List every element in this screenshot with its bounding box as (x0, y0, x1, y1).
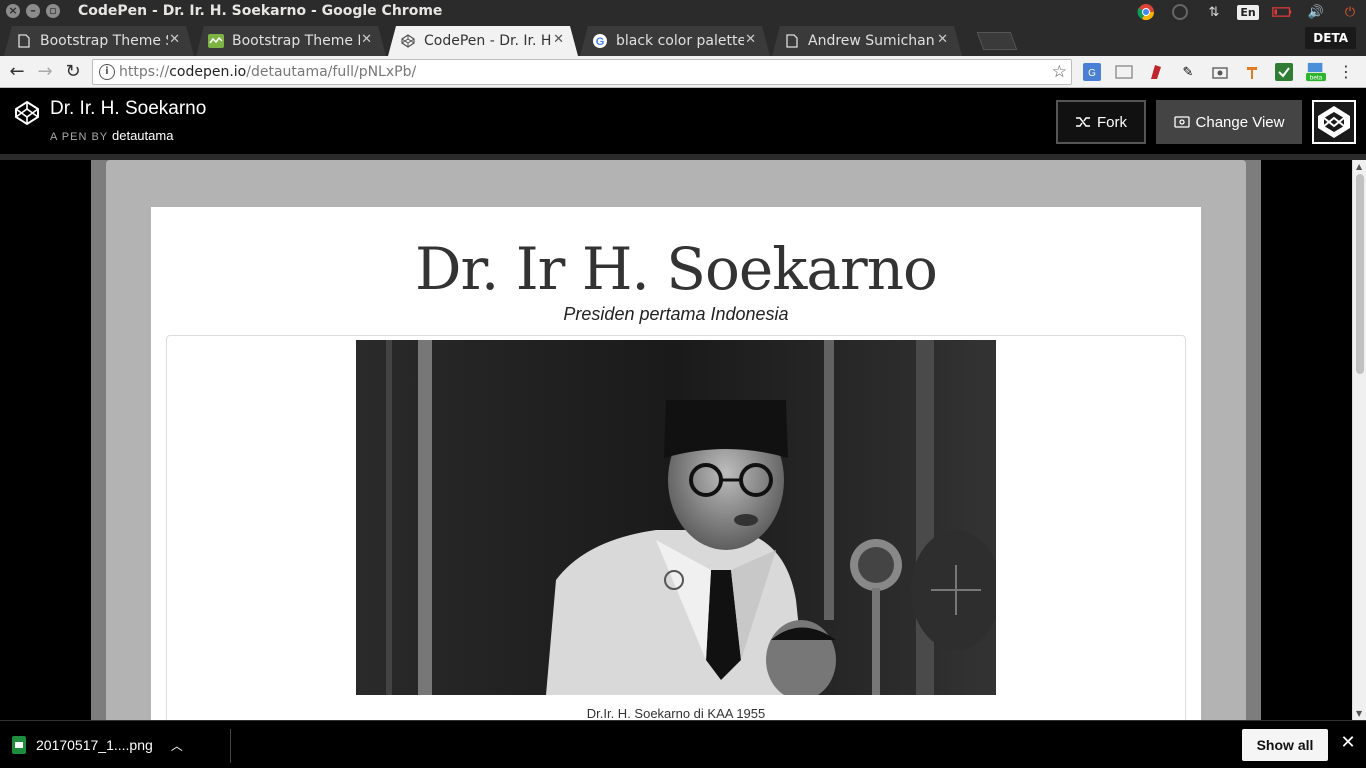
scroll-down-icon[interactable]: ▼ (1356, 709, 1362, 718)
profile-button[interactable]: DETA (1305, 27, 1356, 49)
chrome-icon[interactable] (1136, 3, 1156, 21)
volume-icon[interactable]: 🔊 (1306, 3, 1326, 21)
page-title: Dr. Ir H. Soekarno (415, 235, 938, 303)
codepen-logo-icon[interactable] (14, 100, 40, 126)
document-icon (784, 33, 800, 49)
tab-close-icon[interactable]: ✕ (745, 32, 756, 47)
codepen-header: Dr. Ir. H. Soekarno A PEN BY detautama F… (0, 88, 1366, 154)
change-view-button[interactable]: Change View (1156, 100, 1302, 144)
tab-codepen-soekarno[interactable]: CodePen - Dr. Ir. H. ✕ (388, 26, 578, 56)
reload-icon[interactable]: ↻ (62, 61, 84, 83)
image-file-icon (12, 736, 26, 754)
bootstrap-icon (208, 33, 224, 49)
new-tab-button[interactable] (976, 32, 1018, 50)
translate-extension-icon[interactable]: G (1082, 62, 1102, 82)
tab-label: CodePen - Dr. Ir. H. (424, 33, 552, 49)
fork-label: Fork (1097, 113, 1127, 131)
scroll-up-icon[interactable]: ▲ (1356, 162, 1362, 171)
image-thumbnail: Dr.Ir. H. Soekarno di KAA 1955 (166, 335, 1186, 720)
transfer-icon[interactable]: ⇅ (1204, 3, 1224, 21)
tab-close-icon[interactable]: ✕ (937, 32, 948, 47)
tab-close-icon[interactable]: ✕ (553, 32, 564, 47)
fork-icon (1076, 117, 1090, 127)
download-file-name: 20170517_1....png (36, 737, 153, 753)
page-subtitle: Presiden pertama Indonesia (563, 304, 789, 324)
lastpass-extension-icon[interactable] (1146, 62, 1166, 82)
network-icon[interactable] (1170, 3, 1190, 21)
pen-preview: Dr. Ir H. Soekarno Presiden pertama Indo… (0, 160, 1352, 720)
back-icon[interactable]: ← (6, 61, 28, 83)
window-title: CodePen - Dr. Ir. H. Soekarno - Google C… (78, 3, 443, 19)
change-view-label: Change View (1195, 113, 1285, 131)
battery-icon[interactable] (1272, 3, 1292, 21)
codepen-avatar-icon (1314, 102, 1354, 142)
forward-icon[interactable]: → (34, 61, 56, 83)
system-tray: ⇅ En 🔊 ⏻ (1136, 2, 1360, 22)
close-window-button[interactable]: × (6, 4, 20, 18)
tab-label: black color palette (616, 33, 744, 49)
svg-text:beta: beta (1310, 74, 1323, 81)
page-scrollbar[interactable]: ▲ ▼ (1352, 160, 1366, 720)
tab-bootstrap-theme-sk[interactable]: Bootstrap Theme Sk ✕ (4, 26, 194, 56)
address-bar[interactable]: i https://codepen.io/detautama/full/pNLx… (92, 59, 1072, 85)
scrollbar-thumb[interactable] (1356, 174, 1364, 374)
power-icon[interactable]: ⏻ (1340, 3, 1360, 21)
svg-text:G: G (1088, 68, 1096, 79)
soekarno-photo (356, 340, 996, 695)
image-caption: Dr.Ir. H. Soekarno di KAA 1955 (586, 706, 766, 720)
tab-black-color-palette[interactable]: G black color palette ✕ (580, 26, 770, 56)
site-info-icon[interactable]: i (99, 64, 115, 80)
show-all-button[interactable]: Show all (1242, 729, 1328, 761)
browser-toolbar: ← → ↻ i https://codepen.io/detautama/ful… (0, 56, 1366, 88)
download-separator (230, 729, 231, 763)
minimize-window-button[interactable]: – (26, 4, 40, 18)
pen-by-label: A PEN BY (50, 131, 108, 143)
view-icon (1173, 116, 1190, 128)
download-item[interactable]: 20170517_1....png ︿ (12, 729, 183, 761)
window-controls: × – ▫ (6, 4, 60, 18)
chevron-up-icon[interactable]: ︿ (171, 737, 183, 754)
pencil-extension-icon[interactable]: ✎ (1178, 62, 1198, 82)
pen-title: Dr. Ir. H. Soekarno (50, 98, 207, 119)
pen-author-link[interactable]: detautama (112, 128, 173, 143)
close-icon[interactable]: ✕ (1338, 733, 1358, 753)
reader-extension-icon[interactable] (1114, 62, 1134, 82)
tab-close-icon[interactable]: ✕ (169, 32, 180, 47)
codepen-icon (400, 33, 416, 49)
beta-extension-icon[interactable]: beta (1306, 62, 1326, 82)
tab-label: Bootstrap Theme Sk (40, 33, 161, 49)
tab-label: Andrew Sumichan | (808, 33, 936, 49)
chrome-menu-icon[interactable]: ⋮ (1338, 62, 1354, 81)
url-text[interactable]: https://codepen.io/detautama/full/pNLxPb… (119, 64, 416, 80)
svg-text:G: G (596, 36, 605, 48)
download-shelf: 20170517_1....png ︿ Show all ✕ (0, 720, 1366, 768)
checkmark-extension-icon[interactable] (1274, 62, 1294, 82)
tab-strip: Bootstrap Theme Sk ✕ Bootstrap Theme Re … (0, 24, 1366, 56)
maximize-window-button[interactable]: ▫ (46, 4, 60, 18)
tab-bootstrap-theme-re[interactable]: Bootstrap Theme Re ✕ (196, 26, 386, 56)
hammer-extension-icon[interactable] (1242, 62, 1262, 82)
fork-button[interactable]: Fork (1056, 100, 1146, 144)
document-icon (16, 33, 32, 49)
tab-label: Bootstrap Theme Re (232, 33, 353, 49)
camera-extension-icon[interactable] (1210, 62, 1230, 82)
tab-close-icon[interactable]: ✕ (361, 32, 372, 47)
google-icon: G (592, 33, 608, 49)
user-avatar[interactable] (1312, 100, 1356, 144)
keyboard-icon[interactable]: En (1237, 3, 1259, 21)
os-title-bar: × – ▫ CodePen - Dr. Ir. H. Soekarno - Go… (0, 0, 1366, 24)
bookmark-star-icon[interactable]: ☆ (1052, 62, 1067, 82)
tab-andrew-sumichan[interactable]: Andrew Sumichan | ✕ (772, 26, 962, 56)
pen-author-line: A PEN BY detautama (50, 128, 173, 143)
content-card: Dr. Ir H. Soekarno Presiden pertama Indo… (151, 207, 1201, 720)
